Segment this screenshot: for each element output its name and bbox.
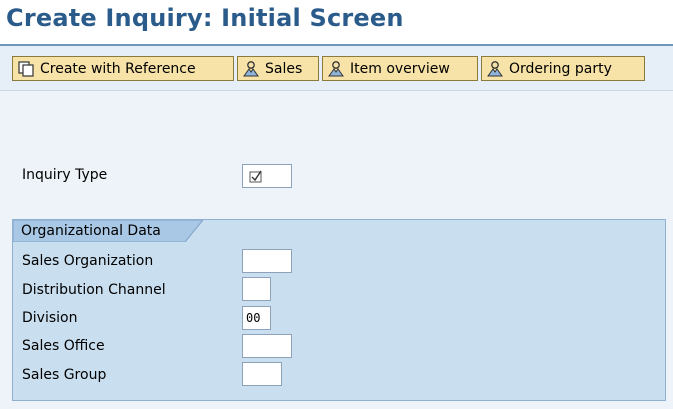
ordering-party-label: Ordering party	[509, 60, 612, 77]
person-icon	[327, 60, 345, 78]
sales-organization-input[interactable]	[242, 249, 292, 273]
sales-office-label: Sales Office	[22, 338, 105, 354]
person-icon	[486, 60, 504, 78]
item-overview-label: Item overview	[350, 60, 450, 77]
application-toolbar: Create with Reference Sales Item overvie…	[0, 46, 673, 91]
search-help-check-icon	[249, 169, 263, 191]
distribution-channel-label: Distribution Channel	[22, 282, 166, 298]
sales-office-input[interactable]	[242, 334, 292, 358]
organizational-data-group: Organizational Data	[12, 219, 666, 401]
inquiry-type-label: Inquiry Type	[22, 167, 108, 183]
sales-group-label: Sales Group	[22, 367, 107, 383]
division-input[interactable]: 00	[242, 306, 271, 330]
sales-group-input[interactable]	[242, 362, 282, 386]
person-icon	[242, 60, 260, 78]
copy-document-icon	[17, 60, 35, 78]
sales-organization-label: Sales Organization	[22, 253, 154, 269]
ordering-party-button[interactable]: Ordering party	[481, 56, 645, 81]
item-overview-button[interactable]: Item overview	[322, 56, 478, 81]
distribution-channel-input[interactable]	[242, 277, 271, 301]
sales-label: Sales	[265, 60, 303, 77]
division-label: Division	[22, 310, 78, 326]
organizational-data-title: Organizational Data	[21, 223, 161, 239]
page-title: Create Inquiry: Initial Screen	[6, 4, 404, 32]
create-with-reference-button[interactable]: Create with Reference	[12, 56, 234, 81]
create-with-reference-label: Create with Reference	[40, 60, 196, 77]
sales-button[interactable]: Sales	[237, 56, 319, 81]
inquiry-type-input[interactable]	[242, 164, 292, 188]
